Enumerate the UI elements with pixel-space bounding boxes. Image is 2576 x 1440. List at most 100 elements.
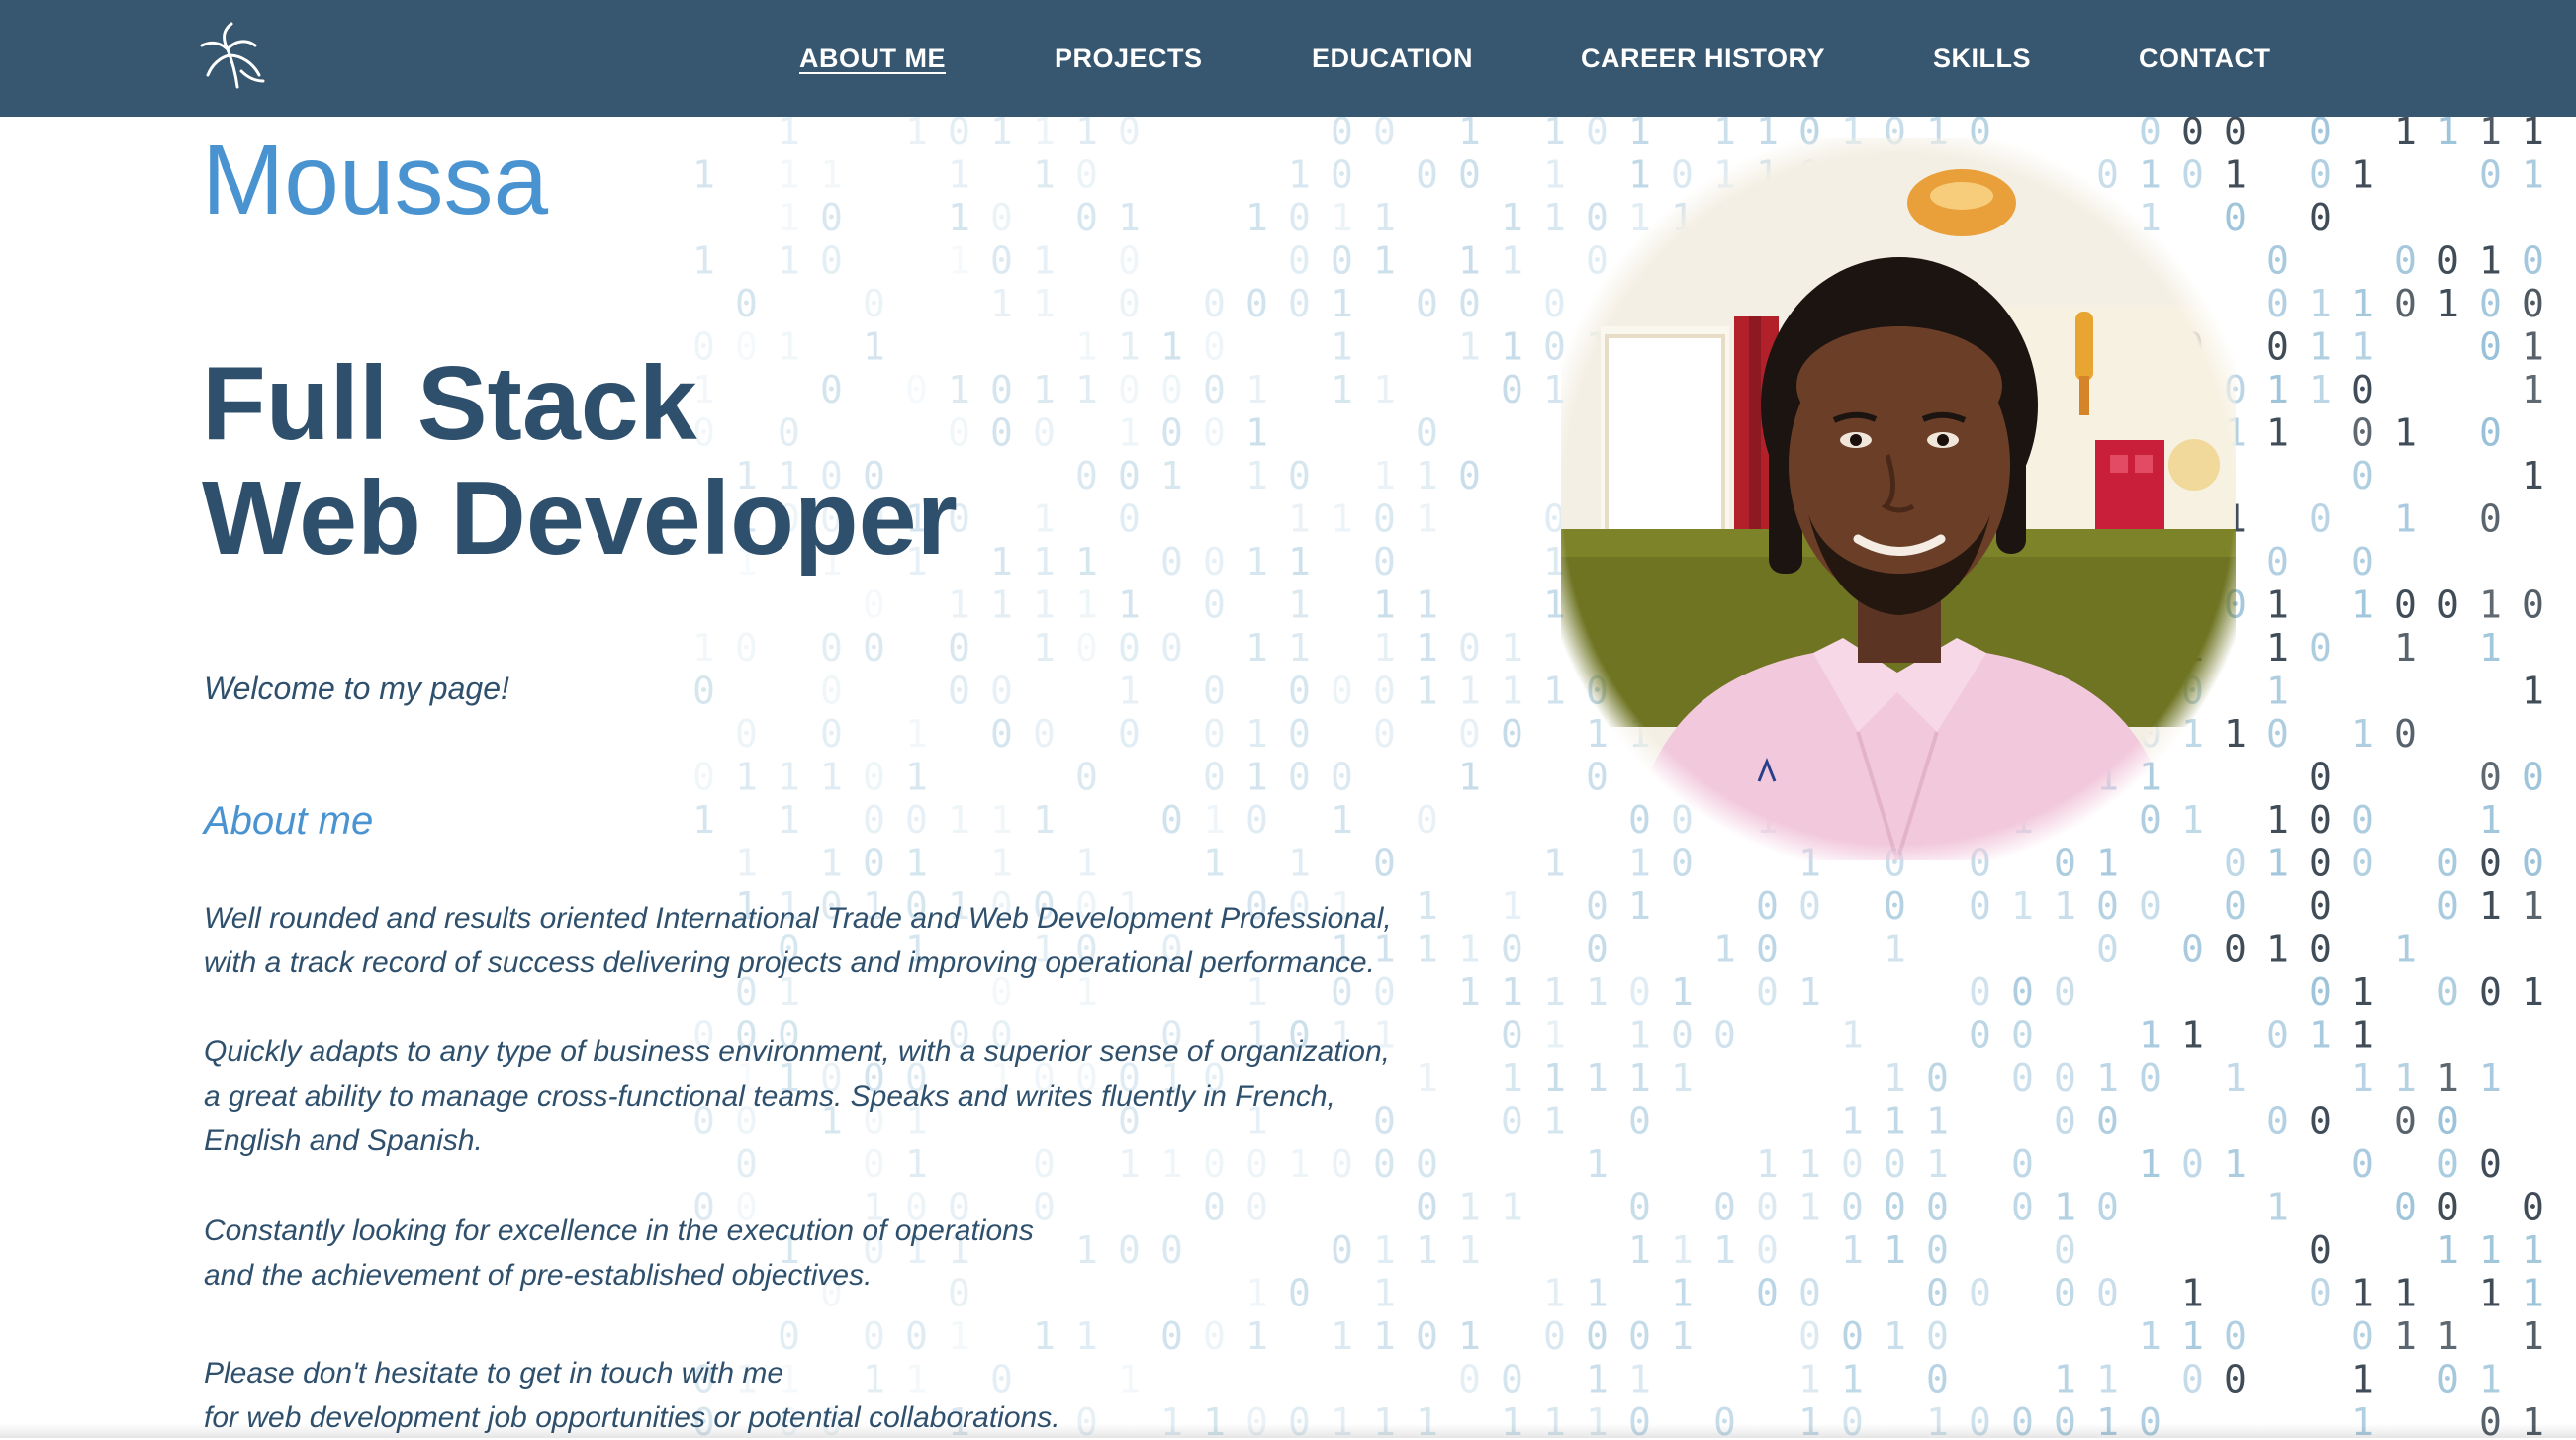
binary-digit: 1 <box>2479 884 2502 928</box>
binary-digit: 0 <box>2224 1358 2247 1401</box>
binary-digit: 1 <box>820 153 843 197</box>
binary-digit: 0 <box>863 756 885 799</box>
binary-digit: 1 <box>1373 454 1396 497</box>
binary-digit: 0 <box>1458 1358 1481 1401</box>
binary-digit: 1 <box>1543 1272 1566 1315</box>
binary-digit: 0 <box>1288 282 1311 325</box>
binary-digit: 1 <box>778 239 800 283</box>
binary-digit: 0 <box>990 712 1013 756</box>
binary-digit: 1 <box>1458 117 1481 153</box>
binary-digit: 0 <box>2266 239 2289 283</box>
about-p2-line-2: a great ability to manage cross-function… <box>204 1080 1335 1113</box>
binary-digit: 0 <box>2437 1142 2459 1186</box>
binary-digit: 0 <box>2054 1272 2076 1315</box>
binary-digit: 0 <box>2309 798 2332 842</box>
binary-digit: 1 <box>2522 117 2544 153</box>
binary-digit: 0 <box>2351 798 2374 842</box>
about-paragraph-1: Well rounded and results oriented Intern… <box>204 896 1392 985</box>
top-navbar: ABOUT ME PROJECTS EDUCATION CAREER HISTO… <box>0 0 2576 117</box>
binary-digit: 1 <box>2479 1228 2502 1272</box>
binary-digit: 1 <box>2522 153 2544 197</box>
binary-digit: 0 <box>1288 196 1311 239</box>
binary-digit: 0 <box>1331 756 1353 799</box>
binary-digit: 1 <box>2266 368 2289 411</box>
binary-digit: 1 <box>1586 1142 1609 1186</box>
job-title: Full Stack Web Developer <box>202 346 958 576</box>
binary-digit: 1 <box>1926 1142 1949 1186</box>
binary-digit: 0 <box>2011 1142 2034 1186</box>
binary-digit: 0 <box>1288 670 1311 713</box>
palm-leaf-logo-icon[interactable] <box>198 22 269 93</box>
binary-digit: 1 <box>1841 1100 1864 1143</box>
binary-digit: 0 <box>1203 712 1226 756</box>
binary-digit: 0 <box>2096 1272 2119 1315</box>
binary-digit: 1 <box>1543 1056 1566 1100</box>
binary-digit: 0 <box>2437 584 2459 627</box>
binary-digit: 0 <box>1756 1228 1779 1272</box>
binary-digit: 0 <box>2479 756 2502 799</box>
binary-digit: 1 <box>1671 1056 1694 1100</box>
binary-digit: 1 <box>2394 411 2417 455</box>
binary-digit: 0 <box>2139 884 2162 928</box>
binary-digit: 1 <box>1373 1228 1396 1272</box>
binary-digit: 1 <box>1543 970 1566 1014</box>
binary-digit: 0 <box>735 626 758 670</box>
binary-digit: 1 <box>2054 1358 2076 1401</box>
binary-digit: 1 <box>1416 884 1438 928</box>
binary-digit: 1 <box>1458 1314 1481 1358</box>
binary-digit: 1 <box>2054 1186 2076 1229</box>
binary-digit: 1 <box>1798 970 1821 1014</box>
welcome-text: Welcome to my page! <box>204 671 509 706</box>
binary-digit: 0 <box>2437 1186 2459 1229</box>
nav-about-me[interactable]: ABOUT ME <box>799 44 946 74</box>
binary-digit: 0 <box>1416 153 1438 197</box>
binary-digit: 1 <box>1501 1186 1523 1229</box>
binary-digit: 1 <box>1331 368 1353 411</box>
binary-digit: 1 <box>1416 626 1438 670</box>
binary-digit: 0 <box>1373 497 1396 541</box>
binary-digit: 0 <box>2394 282 2417 325</box>
nav-education[interactable]: EDUCATION <box>1312 44 1473 74</box>
binary-digit: 1 <box>2266 584 2289 627</box>
binary-digit: 1 <box>778 756 800 799</box>
binary-digit: 0 <box>1118 1228 1141 1272</box>
binary-digit: 1 <box>1203 842 1226 885</box>
nav-career-history[interactable]: CAREER HISTORY <box>1581 44 1825 74</box>
binary-digit: 0 <box>1331 117 1353 153</box>
nav-projects[interactable]: PROJECTS <box>1055 44 1203 74</box>
binary-digit: 1 <box>1288 540 1311 584</box>
binary-digit: 1 <box>2139 1142 2162 1186</box>
binary-digit: 0 <box>820 626 843 670</box>
binary-digit: 1 <box>1798 1358 1821 1401</box>
binary-digit: 1 <box>2437 117 2459 153</box>
binary-digit: 1 <box>1118 1358 1141 1401</box>
binary-digit: 1 <box>2522 1314 2544 1358</box>
binary-digit: 1 <box>905 756 928 799</box>
binary-digit: 1 <box>1501 626 1523 670</box>
binary-digit: 1 <box>1288 584 1311 627</box>
binary-digit: 0 <box>2266 282 2289 325</box>
binary-digit: 0 <box>1118 626 1141 670</box>
binary-digit: 0 <box>1501 1358 1523 1401</box>
nav-contact[interactable]: CONTACT <box>2139 44 2270 74</box>
binary-digit: 0 <box>863 798 885 842</box>
binary-digit: 1 <box>1075 584 1098 627</box>
binary-digit: 0 <box>990 239 1013 283</box>
nav-skills[interactable]: SKILLS <box>1933 44 2031 74</box>
binary-digit: 1 <box>1416 670 1438 713</box>
binary-digit: 0 <box>990 411 1013 455</box>
binary-digit: 1 <box>2224 1056 2247 1100</box>
binary-digit: 1 <box>1501 325 1523 369</box>
binary-digit: 0 <box>735 282 758 325</box>
binary-digit: 0 <box>1160 368 1183 411</box>
binary-digit: 0 <box>1416 1142 1438 1186</box>
binary-digit: 1 <box>2224 1142 2247 1186</box>
binary-digit: 1 <box>1416 928 1438 971</box>
binary-digit: 0 <box>2266 1014 2289 1057</box>
binary-digit: 1 <box>1628 1358 1651 1401</box>
binary-digit: 1 <box>1245 1272 1268 1315</box>
binary-digit: 1 <box>948 239 970 283</box>
binary-digit: 1 <box>1373 196 1396 239</box>
binary-digit: 1 <box>1033 239 1056 283</box>
binary-digit: 1 <box>820 756 843 799</box>
